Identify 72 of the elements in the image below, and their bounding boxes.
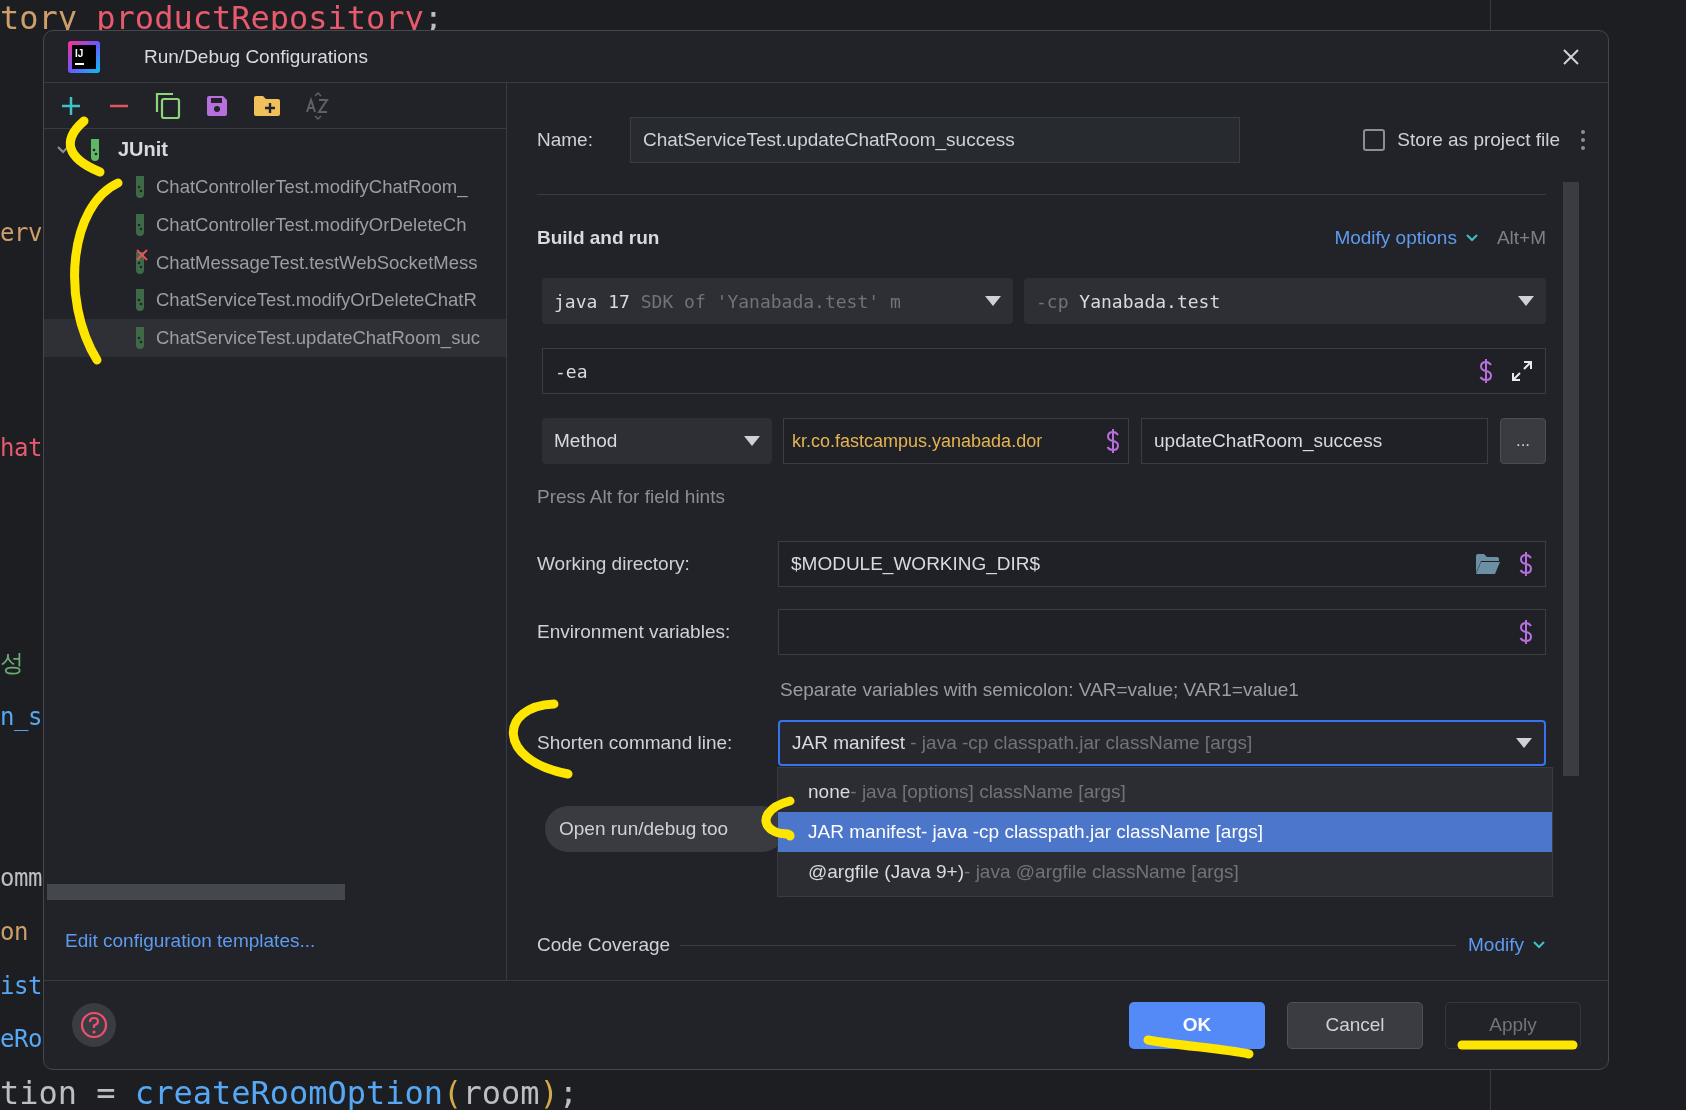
expand-icon[interactable]: [1511, 360, 1533, 382]
method-field[interactable]: updateChatRoom_success: [1141, 418, 1488, 464]
dollar-icon[interactable]: [1519, 620, 1533, 644]
dollar-icon[interactable]: [1479, 359, 1493, 383]
tree-item[interactable]: ChatServiceTest.modifyOrDeleteChatR: [44, 281, 506, 319]
window-title: Run/Debug Configurations: [144, 45, 368, 68]
code-line: erv: [0, 219, 42, 247]
hint-text: Press Alt for field hints: [537, 486, 725, 508]
test-tube-icon: [133, 250, 147, 275]
code-line: hat: [0, 434, 42, 462]
dialog-button[interactable]: Cancel: [1287, 1001, 1423, 1049]
modify-link[interactable]: Modify: [1468, 934, 1546, 956]
test-tube-icon: [133, 325, 147, 350]
test-tube-icon: [133, 175, 147, 200]
code-line: eRo: [0, 1025, 42, 1054]
folder-icon[interactable]: [1475, 553, 1501, 575]
section-title: Build and run: [537, 227, 660, 249]
vm-options-field[interactable]: -ea: [542, 348, 1546, 394]
field-label: Shorten command line:: [537, 732, 734, 754]
test-kind-dropdown[interactable]: Method: [542, 418, 772, 464]
working-directory-field[interactable]: $MODULE_WORKING_DIR$: [778, 541, 1546, 587]
caret-icon: [1518, 296, 1534, 306]
checkbox[interactable]: [1363, 129, 1386, 151]
scrollbar[interactable]: [1563, 182, 1579, 776]
checkbox-label: Store as project file: [1397, 129, 1560, 151]
name-field[interactable]: ChatServiceTest.updateChatRoom_success: [630, 117, 1240, 163]
highlighter-stroke: [761, 796, 795, 841]
new-folder-icon[interactable]: [253, 93, 281, 118]
code-line: 성: [0, 649, 24, 677]
test-tube-icon: [133, 213, 147, 237]
field-label: Name:: [537, 129, 594, 151]
dollar-icon[interactable]: [1519, 552, 1533, 576]
chevron-icon: [1532, 940, 1546, 950]
caret-icon: [1516, 738, 1532, 748]
test-tube-icon: [88, 137, 102, 162]
field-label: Environment variables:: [537, 621, 732, 643]
field-label: Working directory:: [537, 553, 691, 575]
shortcut-hint: Alt+M: [1496, 227, 1546, 249]
code-line: n_s: [0, 702, 42, 731]
modify-options-link[interactable]: Modify options: [1334, 227, 1479, 249]
save-icon[interactable]: [205, 93, 229, 118]
more-options-icon[interactable]: [1580, 129, 1586, 151]
tree-item[interactable]: ChatServiceTest.updateChatRoom_suc: [44, 318, 506, 357]
caret-icon: [744, 436, 760, 446]
shorten-command-line-dropdown[interactable]: JAR manifest - java -cp classpath.jar className [args]: [778, 720, 1546, 766]
chevron-icon: [1464, 233, 1479, 243]
code-line: omm: [0, 864, 42, 892]
dollar-icon[interactable]: [1106, 429, 1120, 453]
class-field[interactable]: kr.co.fastcampus.yanabada.dor: [783, 418, 1129, 464]
tree-item[interactable]: ChatMessageTest.testWebSocketMess: [44, 243, 506, 282]
dropdown-option[interactable]: JAR manifest- java -cp classpath.jar className [args]: [778, 812, 1552, 852]
tree-item[interactable]: ChatControllerTest.modifyChatRoom_: [44, 168, 506, 207]
code-line: tion = createRoomOption(room);: [0, 1074, 578, 1110]
code-line: ist: [0, 971, 42, 1000]
jre-dropdown[interactable]: java 17 SDK of 'Yanabada.test' m: [542, 278, 1013, 324]
tree-item[interactable]: ChatControllerTest.modifyOrDeleteCh: [44, 206, 506, 244]
caret-icon: [985, 296, 1001, 306]
code-line: on: [0, 917, 28, 946]
classpath-dropdown[interactable]: -cp Yanabada.test: [1024, 278, 1546, 324]
app-logo-icon: IJ: [68, 40, 100, 73]
environment-variables-field[interactable]: [778, 609, 1546, 655]
dropdown-option[interactable]: @argfile (Java 9+)- java @argfile className [args]: [778, 852, 1552, 892]
edit-templates-link[interactable]: Edit configuration templates...: [65, 930, 316, 952]
tree-item[interactable]: JUnit: [44, 131, 506, 169]
scrollbar[interactable]: [47, 884, 345, 900]
copy-icon[interactable]: [155, 91, 181, 120]
browse-button[interactable]: ...: [1500, 418, 1546, 464]
close-icon[interactable]: [1562, 47, 1580, 66]
section-title: Code Coverage: [537, 934, 671, 956]
test-tube-icon: [133, 288, 147, 313]
hint-text: Separate variables with semicolon: VAR=value; VAR1=value1: [780, 679, 1299, 701]
help-icon[interactable]: [72, 1003, 116, 1047]
